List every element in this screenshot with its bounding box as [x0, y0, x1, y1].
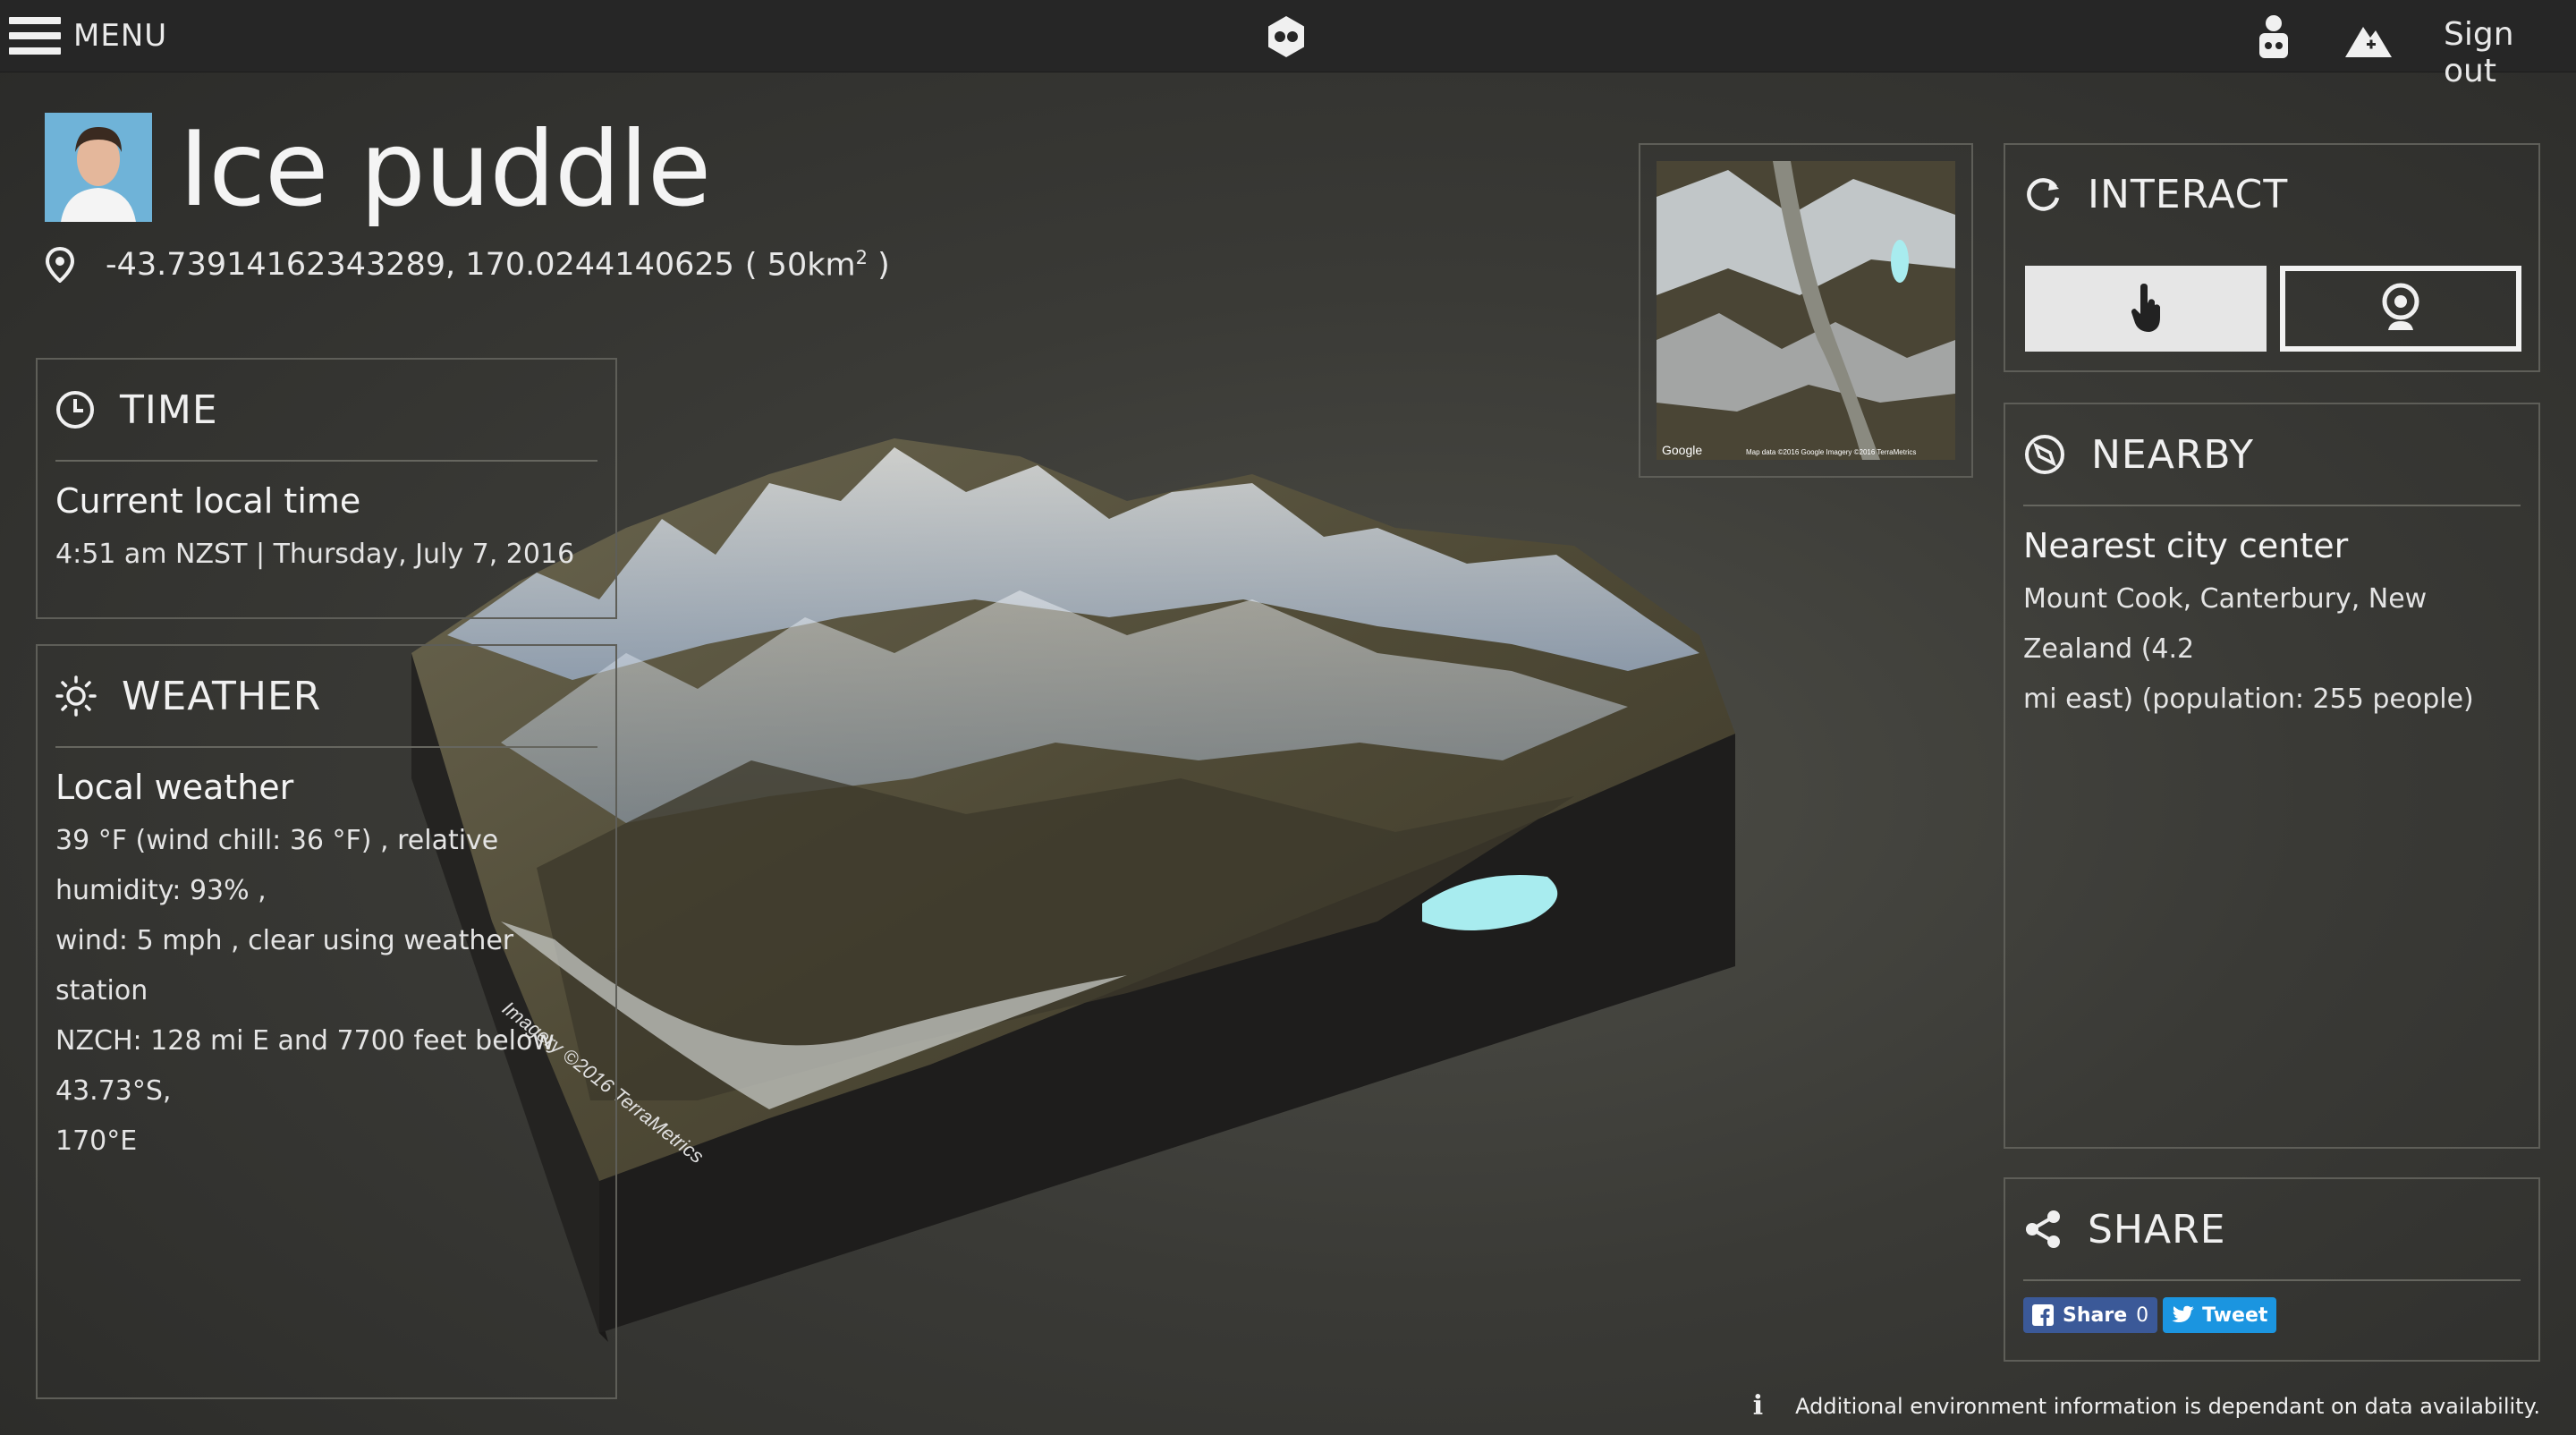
- time-panel: TIME Current local time 4:51 am NZST | T…: [36, 358, 617, 619]
- weather-panel-header: WEATHER: [55, 646, 597, 748]
- weather-subheading: Local weather: [55, 768, 294, 807]
- twitter-tweet-label: Tweet: [2202, 1303, 2268, 1327]
- refresh-icon: [2027, 178, 2060, 211]
- weather-line: 170°E: [55, 1125, 138, 1157]
- mountain-add-icon[interactable]: [2343, 13, 2394, 63]
- interact-panel: INTERACT: [2004, 143, 2540, 372]
- interact-panel-header: INTERACT: [2023, 145, 2521, 243]
- interact-heading: INTERACT: [2088, 171, 2289, 217]
- local-time-value: 4:51 am NZST | Thursday, July 7, 2016: [55, 539, 575, 570]
- minimap-attribution: Map data ©2016 Google Imagery ©2016 Terr…: [1746, 448, 1916, 456]
- share-panel: SHARE Share 0 Tweet: [2004, 1177, 2540, 1362]
- camera-mode-button[interactable]: [2280, 266, 2521, 352]
- nearby-heading: NEARBY: [2091, 431, 2255, 478]
- map-pin-icon: [45, 247, 75, 284]
- terrain-3d-view[interactable]: Imagery ©2016 TerraMetrics: [394, 420, 2272, 1351]
- nearby-details: Mount Cook, Canterbury, New Zealand (4.2…: [2023, 574, 2521, 725]
- nearby-subheading: Nearest city center: [2023, 526, 2349, 565]
- share-panel-header: SHARE: [2023, 1179, 2521, 1281]
- time-heading: TIME: [120, 386, 218, 433]
- hamburger-icon: [9, 15, 61, 56]
- weather-line: wind: 5 mph , clear using weather statio…: [55, 925, 514, 1006]
- weather-line: 39 °F (wind chill: 36 °F) , relative hum…: [55, 825, 499, 906]
- page-title: Ice puddle: [179, 109, 711, 230]
- hand-pointer-icon: [2131, 283, 2160, 332]
- nearby-panel-header: NEARBY: [2023, 404, 2521, 506]
- time-panel-header: TIME: [55, 360, 597, 462]
- weather-heading: WEATHER: [122, 673, 322, 719]
- menu-label: MENU: [73, 18, 168, 54]
- nearby-line: mi east) (population: 255 people): [2023, 684, 2474, 715]
- menu-button[interactable]: MENU: [9, 14, 167, 57]
- location-row: -43.73914162343289, 170.0244140625 ( 50k…: [45, 247, 890, 284]
- clock-icon: [56, 391, 94, 429]
- terrain-logo-icon[interactable]: [1264, 14, 1309, 59]
- user-icon[interactable]: [2249, 11, 2299, 61]
- sign-out-link[interactable]: Sign out: [2444, 16, 2576, 89]
- time-subheading: Current local time: [55, 481, 361, 521]
- facebook-share-count: 0: [2136, 1303, 2149, 1327]
- facebook-share-label: Share: [2063, 1303, 2128, 1327]
- share-buttons: Share 0 Tweet: [2023, 1297, 2538, 1333]
- footer-note: i Additional environment information is …: [1753, 1390, 2540, 1422]
- share-heading: SHARE: [2088, 1206, 2226, 1252]
- weather-details: 39 °F (wind chill: 36 °F) , relative hum…: [55, 816, 597, 1167]
- twitter-bird-icon: [2172, 1305, 2195, 1322]
- sun-icon: [55, 675, 97, 717]
- webcam-icon: [2382, 283, 2419, 330]
- nearby-line: Mount Cook, Canterbury, New Zealand (4.2: [2023, 583, 2428, 665]
- weather-panel: WEATHER Local weather 39 °F (wind chill:…: [36, 644, 617, 1399]
- touch-mode-button[interactable]: [2025, 266, 2267, 352]
- satellite-minimap[interactable]: Google Map data ©2016 Google Imagery ©20…: [1657, 161, 1955, 460]
- avatar[interactable]: [45, 113, 152, 222]
- weather-line: NZCH: 128 mi E and 7700 feet below 43.73…: [55, 1025, 555, 1107]
- minimap-frame: Google Map data ©2016 Google Imagery ©20…: [1639, 143, 1973, 478]
- coordinates: -43.73914162343289, 170.0244140625: [106, 247, 734, 284]
- facebook-share-button[interactable]: Share 0: [2023, 1297, 2158, 1333]
- share-icon: [2026, 1210, 2060, 1248]
- user-photo: [45, 113, 152, 222]
- twitter-tweet-button[interactable]: Tweet: [2163, 1297, 2277, 1333]
- top-bar: MENU Sign out: [0, 0, 2576, 89]
- facebook-icon: [2032, 1304, 2054, 1326]
- google-label: Google: [1662, 443, 1702, 457]
- info-icon: i: [1752, 1390, 1764, 1422]
- area: ( 50km2 ): [744, 247, 890, 284]
- footer-note-text: Additional environment information is de…: [1795, 1393, 2540, 1419]
- compass-icon: [2025, 435, 2064, 474]
- nearby-panel: NEARBY Nearest city center Mount Cook, C…: [2004, 403, 2540, 1149]
